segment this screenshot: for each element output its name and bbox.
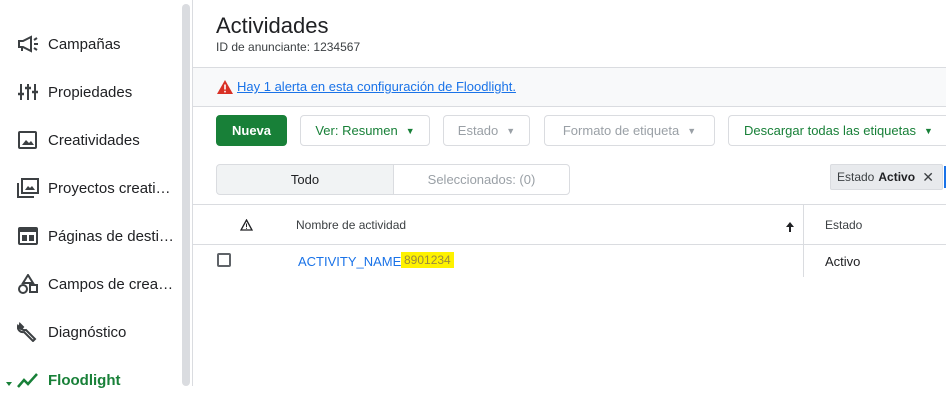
warning-outline-icon	[239, 218, 254, 231]
alert-link[interactable]: Hay 1 alerta en esta configuración de Fl…	[237, 79, 516, 94]
column-divider	[803, 245, 804, 277]
page-title: Actividades	[216, 13, 329, 38]
sidebar-item-label: Campos de creatividad	[48, 275, 174, 293]
sidebar-item-campaigns[interactable]: Campañas	[0, 20, 182, 68]
chevron-down-icon	[4, 376, 14, 386]
filter-chip-value: Activo	[878, 170, 916, 184]
advertiser-id: ID de anunciante: 1234567	[216, 40, 361, 54]
sidebar-item-floodlight[interactable]: Floodlight	[0, 356, 182, 404]
filter-chip[interactable]: Estado Activo ✕	[830, 164, 943, 190]
column-divider[interactable]	[803, 205, 804, 245]
activity-name-link[interactable]: ACTIVITY_NAME	[298, 254, 401, 269]
new-button-label: Nueva	[231, 123, 272, 138]
sidebar-scrollbar[interactable]	[182, 4, 190, 386]
tab-selected-label: Seleccionados: (0)	[427, 172, 536, 187]
sidebar-item-creative-fields[interactable]: Campos de creatividad	[0, 260, 182, 308]
download-tags-dropdown[interactable]: Descargar todas las etiquetas ▼	[728, 115, 946, 146]
sidebar-item-label: Diagnóstico	[48, 323, 127, 341]
activity-state: Activo	[825, 254, 861, 269]
tab-selected[interactable]: Seleccionados: (0)	[393, 164, 570, 195]
new-button[interactable]: Nueva	[216, 115, 287, 146]
sidebar-item-label: Propiedades	[48, 83, 133, 101]
filter-chip-key: Estado	[837, 170, 875, 184]
view-dropdown-label: Ver: Resumen	[315, 123, 398, 138]
state-dropdown-label: Estado	[457, 123, 499, 138]
activity-id: 8901234	[401, 252, 454, 268]
tag-format-label: Formato de etiqueta	[562, 123, 680, 138]
sidebar-item-label: Creatividades	[48, 131, 140, 149]
photo-library-icon	[17, 178, 39, 198]
sidebar-item-creatives[interactable]: Creatividades	[0, 116, 182, 164]
view-dropdown[interactable]: Ver: Resumen ▼	[300, 115, 430, 146]
caret-down-icon: ▼	[405, 125, 415, 136]
sidebar-item-label: Proyectos creativos	[48, 179, 174, 197]
wrench-icon	[16, 322, 39, 343]
caret-down-icon: ▼	[923, 125, 933, 136]
caret-down-icon: ▼	[687, 125, 697, 136]
sidebar-item-creative-projects[interactable]: Proyectos creativos	[0, 164, 182, 212]
state-dropdown[interactable]: Estado ▼	[443, 115, 530, 146]
sliders-icon	[17, 82, 39, 102]
sidebar-item-properties[interactable]: Propiedades	[0, 68, 182, 116]
sidebar-item-landing-pages[interactable]: Páginas de destino	[0, 212, 182, 260]
megaphone-icon	[17, 34, 39, 54]
alert-banner: Hay 1 alerta en esta configuración de Fl…	[193, 68, 946, 106]
shapes-icon	[17, 273, 39, 294]
divider	[193, 204, 946, 205]
close-icon[interactable]: ✕	[922, 169, 934, 186]
warning-icon	[217, 80, 233, 94]
sidebar: Campañas Propiedades Creatividades Proye…	[0, 0, 182, 389]
web-page-icon	[17, 226, 39, 246]
sidebar-item-label: Páginas de destino	[48, 227, 174, 245]
tab-all-label: Todo	[290, 172, 320, 187]
sidebar-item-diagnostics[interactable]: Diagnóstico	[0, 308, 182, 356]
sidebar-item-label: Campañas	[48, 35, 121, 53]
column-header-name[interactable]: Nombre de actividad	[296, 218, 406, 232]
row-checkbox[interactable]	[217, 253, 231, 267]
tab-all[interactable]: Todo	[216, 164, 394, 195]
caret-down-icon: ▼	[506, 125, 516, 136]
download-tags-label: Descargar todas las etiquetas	[744, 123, 916, 138]
main-content: Actividades ID de anunciante: 1234567 Ha…	[193, 0, 946, 386]
sort-arrow-up-icon[interactable]	[786, 219, 794, 232]
divider	[193, 106, 946, 107]
trend-line-icon	[17, 370, 39, 390]
tag-format-dropdown[interactable]: Formato de etiqueta ▼	[544, 115, 715, 146]
divider	[193, 244, 946, 245]
image-icon	[17, 130, 39, 150]
column-header-state[interactable]: Estado	[825, 218, 862, 232]
